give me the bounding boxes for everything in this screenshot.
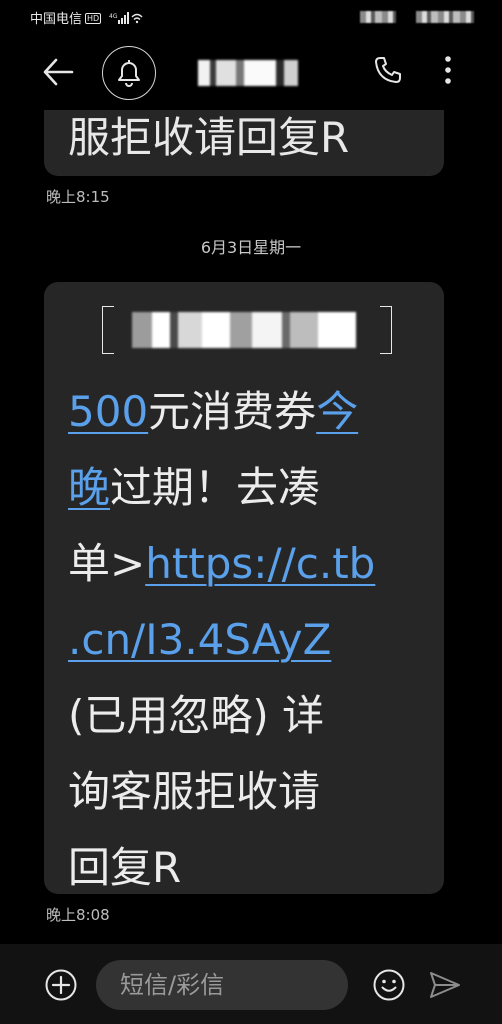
link-tonight-1[interactable]: 今 [316,387,358,436]
redacted-block [132,312,356,348]
back-button[interactable] [40,54,80,90]
message-input[interactable] [96,960,348,1010]
arrow-left-icon [43,58,74,86]
send-icon [430,972,460,998]
message-line-6: 询客服拒收请 [68,767,321,816]
compose-bar [0,944,502,1024]
phone-icon [375,57,401,83]
bracket-left [102,306,114,354]
link-500[interactable]: 500 [68,387,148,436]
plus-circle-icon [45,969,77,1001]
smiley-icon [373,969,405,1001]
status-blur-1 [360,11,396,23]
date-divider: 6月3日星期一 [200,238,302,257]
message-bubble-current[interactable]: 500元消费券今 晚过期！去凑 单>https://c.tb .cn/I3.4S… [44,282,444,894]
hd-badge: HD [85,13,102,24]
status-blur-2 [416,11,474,23]
status-bar: 中国电信 HD 4G [0,0,502,34]
message-line-3: 单>https://c.tb [68,539,376,588]
call-button[interactable] [372,54,406,88]
svg-text:4G: 4G [109,13,118,20]
message-text: 服拒收请回复R [68,113,350,162]
message-bubble-previous[interactable]: 服拒收请回复R [44,110,444,176]
link-tonight-2[interactable]: 晚 [68,463,110,512]
sender-tag-redacted [102,306,392,356]
message-line-5: (已用忽略) 详 [68,691,325,740]
conversation-header [0,34,502,110]
message-body: 500元消费券今 晚过期！去凑 单>https://c.tb .cn/I3.4S… [68,374,438,906]
more-button[interactable] [436,54,460,88]
message-time-current: 晚上8:08 [46,906,110,924]
url-link-part-1[interactable]: https://c.tb [145,539,375,588]
message-line-1: 500元消费券今 [68,387,359,436]
contact-avatar[interactable] [102,46,156,100]
contact-name-redacted [180,60,332,86]
signal-icon: 4G [109,12,143,28]
message-line-2: 晚过期！去凑 [68,463,321,512]
carrier-label: 中国电信 HD 4G [30,8,143,28]
emoji-button[interactable] [372,968,406,1002]
message-time-previous: 晚上8:15 [46,188,110,206]
more-vertical-icon [445,56,451,84]
bell-icon [118,60,140,87]
add-attachment-button[interactable] [44,968,78,1002]
url-link-part-2[interactable]: .cn/I3.4SAyZ [68,615,331,664]
bracket-right [380,306,392,354]
message-line-7: 回复R [68,843,182,892]
message-line-4: .cn/I3.4SAyZ [68,602,438,678]
send-button[interactable] [428,970,462,1000]
